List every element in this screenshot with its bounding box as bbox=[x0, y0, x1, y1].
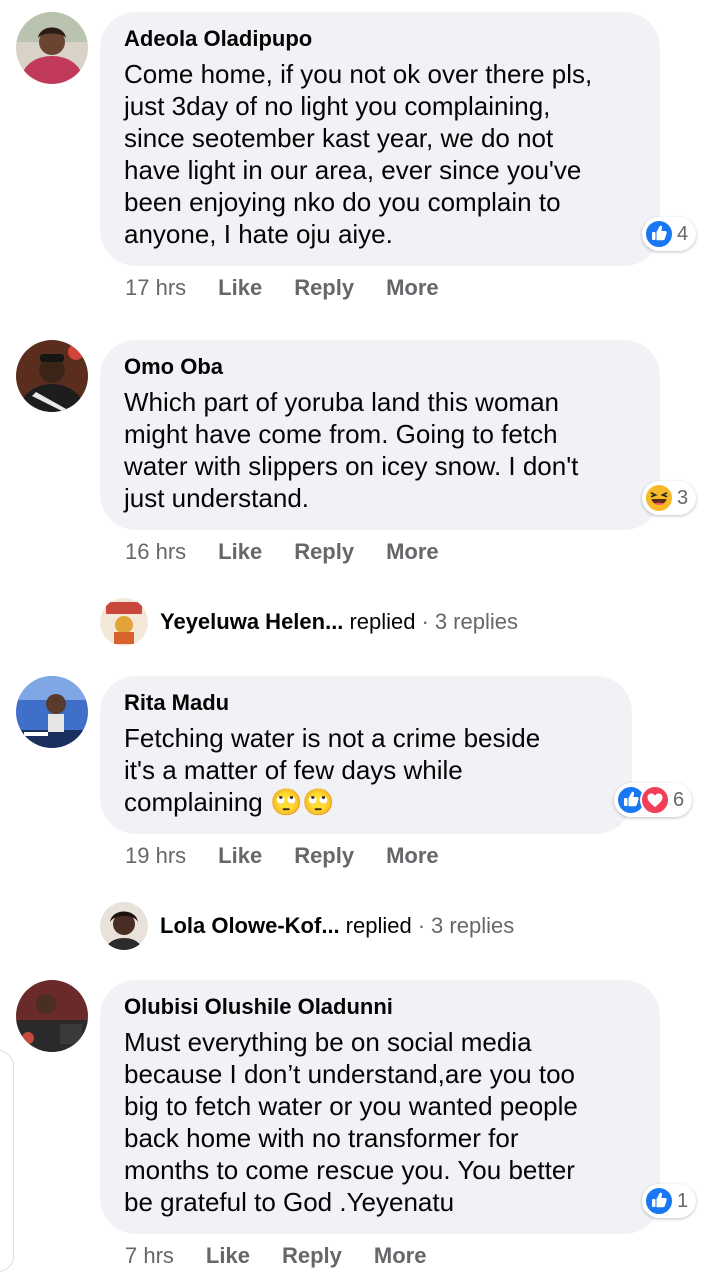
comment-text: Come home, if you not ok over there pls,… bbox=[124, 59, 593, 249]
comment-bubble[interactable]: Omo Oba Which part of yoruba land this w… bbox=[100, 340, 660, 530]
reaction-summary[interactable]: 4 bbox=[642, 217, 697, 251]
comment-text: Which part of yoruba land this woman mig… bbox=[124, 387, 579, 513]
more-button[interactable]: More bbox=[374, 1243, 427, 1269]
comment-text: Fetching water is not a crime beside it'… bbox=[124, 722, 608, 819]
reply-author[interactable]: Lola Olowe-Kof... bbox=[160, 913, 340, 939]
reply-button[interactable]: Reply bbox=[294, 539, 354, 565]
comment-bubble[interactable]: Rita Madu Fetching water is not a crime … bbox=[100, 676, 632, 834]
reaction-count: 3 bbox=[677, 486, 689, 509]
comment-timestamp: 19 hrs bbox=[125, 843, 187, 868]
comment-actions: 7 hrs Like Reply More bbox=[125, 1243, 426, 1269]
reply-count[interactable]: 3 replies bbox=[431, 913, 514, 939]
reaction-count: 1 bbox=[677, 1189, 689, 1212]
reply-avatar bbox=[100, 598, 148, 646]
replies-preview[interactable]: Lola Olowe-Kof... replied · 3 replies bbox=[100, 902, 514, 950]
replies-preview[interactable]: Yeyeluwa Helen... replied · 3 replies bbox=[100, 598, 518, 646]
edge-panel bbox=[0, 1050, 14, 1272]
comment-author[interactable]: Omo Oba bbox=[124, 354, 636, 380]
reply-separator: · bbox=[417, 913, 426, 938]
comment-author[interactable]: Olubisi Olushile Oladunni bbox=[124, 994, 636, 1020]
reply-button[interactable]: Reply bbox=[294, 275, 354, 301]
reaction-count: 6 bbox=[673, 788, 685, 811]
comment-timestamp: 17 hrs bbox=[125, 275, 187, 300]
avatar[interactable] bbox=[16, 676, 88, 748]
reply-button[interactable]: Reply bbox=[282, 1243, 342, 1269]
reply-avatar bbox=[100, 902, 148, 950]
reply-button[interactable]: Reply bbox=[294, 843, 354, 869]
reaction-count: 4 bbox=[677, 222, 689, 245]
like-button[interactable]: Like bbox=[218, 843, 262, 869]
comment-actions: 19 hrs Like Reply More bbox=[125, 843, 439, 869]
reply-separator: · bbox=[421, 609, 429, 634]
love-icon bbox=[640, 785, 670, 815]
reaction-summary[interactable]: 1 bbox=[642, 1184, 697, 1218]
reply-verb: replied bbox=[345, 913, 412, 938]
haha-icon bbox=[644, 483, 674, 513]
comment-author[interactable]: Adeola Oladipupo bbox=[124, 26, 636, 52]
avatar[interactable] bbox=[16, 12, 88, 84]
reply-author[interactable]: Yeyeluwa Helen... bbox=[160, 609, 343, 635]
comment-text: Must everything be on social media becau… bbox=[124, 1027, 578, 1217]
comment-bubble[interactable]: Olubisi Olushile Oladunni Must everythin… bbox=[100, 980, 660, 1234]
comment-timestamp: 7 hrs bbox=[125, 1243, 174, 1268]
reaction-summary[interactable]: 3 bbox=[642, 481, 697, 515]
avatar[interactable] bbox=[16, 980, 88, 1052]
more-button[interactable]: More bbox=[386, 843, 439, 869]
more-button[interactable]: More bbox=[386, 275, 439, 301]
reply-verb: replied bbox=[349, 609, 416, 634]
comment-author[interactable]: Rita Madu bbox=[124, 690, 608, 716]
avatar[interactable] bbox=[16, 340, 88, 412]
like-icon bbox=[644, 219, 674, 249]
like-button[interactable]: Like bbox=[218, 275, 262, 301]
eye-roll-emoji: 🙄🙄 bbox=[269, 788, 335, 818]
reaction-summary[interactable]: 6 bbox=[614, 783, 693, 817]
like-button[interactable]: Like bbox=[218, 539, 262, 565]
like-button[interactable]: Like bbox=[206, 1243, 250, 1269]
more-button[interactable]: More bbox=[386, 539, 439, 565]
comment-actions: 17 hrs Like Reply More bbox=[125, 275, 439, 301]
comment-bubble[interactable]: Adeola Oladipupo Come home, if you not o… bbox=[100, 12, 660, 266]
comment-timestamp: 16 hrs bbox=[125, 539, 187, 564]
comment-actions: 16 hrs Like Reply More bbox=[125, 539, 439, 565]
like-icon bbox=[644, 1186, 674, 1216]
reply-count[interactable]: 3 replies bbox=[435, 609, 518, 635]
